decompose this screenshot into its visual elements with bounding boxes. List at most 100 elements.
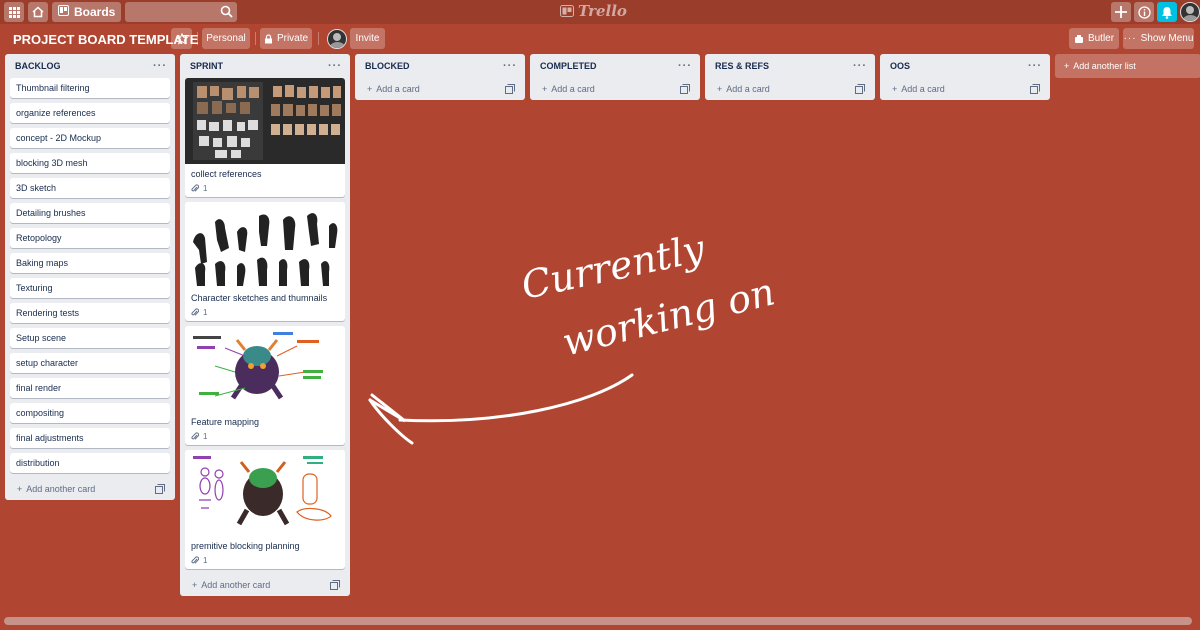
add-card-button[interactable]: + Add another card xyxy=(5,478,175,500)
private-label: Private xyxy=(276,33,309,44)
board-header: PROJECT BOARD TEMPLATE Personal Private … xyxy=(0,28,1200,50)
plus-icon: + xyxy=(892,84,898,94)
list-title[interactable]: COMPLETED xyxy=(540,61,597,71)
card[interactable]: collect references 1 xyxy=(185,78,345,197)
list-header[interactable]: RES & REFS ··· xyxy=(705,54,875,78)
card-title: Feature mapping xyxy=(191,417,260,427)
plus-icon: + xyxy=(192,580,198,590)
card-title: final adjustments xyxy=(16,433,84,443)
list-title[interactable]: BLOCKED xyxy=(365,61,410,71)
card[interactable]: Feature mapping 1 xyxy=(185,326,345,445)
info-icon[interactable] xyxy=(1134,2,1154,22)
more-icon[interactable]: ··· xyxy=(153,60,167,72)
card-title: setup character xyxy=(16,358,79,368)
apps-icon[interactable] xyxy=(4,2,24,22)
add-card-label: Add a card xyxy=(551,84,595,94)
card[interactable]: concept - 2D Mockup xyxy=(10,128,170,148)
attachment-count: 1 xyxy=(203,432,208,441)
add-card-button[interactable]: + Add another card xyxy=(180,574,350,596)
personal-button[interactable]: Personal xyxy=(202,28,250,49)
add-list-button[interactable]: + Add another list xyxy=(1055,54,1200,78)
plus-icon[interactable] xyxy=(1111,2,1131,22)
list-header[interactable]: BLOCKED ··· xyxy=(355,54,525,78)
list-title[interactable]: RES & REFS xyxy=(715,61,769,71)
card-template-icon[interactable] xyxy=(155,484,165,494)
invite-button[interactable]: Invite xyxy=(350,28,385,49)
card-title: Thumbnail filtering xyxy=(16,83,90,93)
home-icon[interactable] xyxy=(28,2,48,22)
attachment-count: 1 xyxy=(203,308,208,317)
card[interactable]: Detailing brushes xyxy=(10,203,170,223)
card[interactable]: final render xyxy=(10,378,170,398)
card[interactable]: Character sketches and thumnails 1 xyxy=(185,202,345,321)
boards-label: Boards xyxy=(74,5,116,19)
more-icon[interactable]: ··· xyxy=(853,60,867,72)
more-icon[interactable]: ··· xyxy=(1028,60,1042,72)
card[interactable]: organize references xyxy=(10,103,170,123)
card[interactable]: Thumbnail filtering xyxy=(10,78,170,98)
add-card-button[interactable]: + Add a card xyxy=(530,78,700,100)
search-icon xyxy=(221,5,233,18)
list-header[interactable]: COMPLETED ··· xyxy=(530,54,700,78)
arrow-icon xyxy=(368,373,634,445)
add-card-button[interactable]: + Add a card xyxy=(355,78,525,100)
star-button[interactable] xyxy=(171,28,192,49)
scrollbar-thumb[interactable] xyxy=(4,617,1192,625)
card[interactable]: 3D sketch xyxy=(10,178,170,198)
card-template-icon[interactable] xyxy=(1030,84,1040,94)
card[interactable]: blocking 3D mesh xyxy=(10,153,170,173)
more-icon[interactable]: ··· xyxy=(678,60,692,72)
card-template-icon[interactable] xyxy=(855,84,865,94)
invite-label: Invite xyxy=(355,33,380,44)
list-title[interactable]: OOS xyxy=(890,61,910,71)
list-header[interactable]: OOS ··· xyxy=(880,54,1050,78)
list-header[interactable]: SPRINT ··· xyxy=(180,54,350,78)
horizontal-scrollbar[interactable] xyxy=(4,617,1192,625)
show-menu-button[interactable]: ··· Show Menu xyxy=(1123,28,1194,49)
card-title: final render xyxy=(16,383,62,393)
more-icon[interactable]: ··· xyxy=(503,60,517,72)
card[interactable]: Retopology xyxy=(10,228,170,248)
add-card-button[interactable]: + Add a card xyxy=(880,78,1050,100)
boards-button[interactable]: Boards xyxy=(52,2,122,22)
card-title: Setup scene xyxy=(16,333,67,343)
card[interactable]: premitive blocking planning 1 xyxy=(185,450,345,569)
list-title[interactable]: BACKLOG xyxy=(15,61,61,71)
handwritten-annotation: Currently working on xyxy=(360,205,779,465)
divider xyxy=(255,32,256,45)
card-title: compositing xyxy=(16,408,65,418)
add-card-label: Add a card xyxy=(376,84,420,94)
more-icon[interactable]: ··· xyxy=(328,60,342,72)
card[interactable]: Baking maps xyxy=(10,253,170,273)
card[interactable]: Setup scene xyxy=(10,328,170,348)
card-template-icon[interactable] xyxy=(330,580,340,590)
logo-text: Trello xyxy=(578,2,627,20)
list-header[interactable]: BACKLOG ··· xyxy=(5,54,175,78)
divider xyxy=(197,32,198,45)
add-card-button[interactable]: + Add a card xyxy=(705,78,875,100)
add-card-label: Add a card xyxy=(726,84,770,94)
card-container: collect references 1 Character sketches … xyxy=(180,78,350,569)
plus-icon: + xyxy=(17,484,23,494)
bell-icon[interactable] xyxy=(1157,2,1177,22)
card[interactable]: Texturing xyxy=(10,278,170,298)
card-title: Baking maps xyxy=(16,258,69,268)
list-sprint: SPRINT ··· collect references 1 Characte… xyxy=(180,54,350,596)
card[interactable]: final adjustments xyxy=(10,428,170,448)
card[interactable]: distribution xyxy=(10,453,170,473)
card[interactable]: compositing xyxy=(10,403,170,423)
add-card-label: Add another card xyxy=(201,580,271,590)
search-input[interactable] xyxy=(125,2,238,22)
private-button[interactable]: Private xyxy=(260,28,312,49)
avatar[interactable] xyxy=(1180,2,1200,22)
attachment-badge: 1 xyxy=(185,308,345,321)
card-template-icon[interactable] xyxy=(680,84,690,94)
card[interactable]: setup character xyxy=(10,353,170,373)
card[interactable]: Rendering tests xyxy=(10,303,170,323)
butler-button[interactable]: Butler xyxy=(1069,28,1119,49)
member-avatar[interactable] xyxy=(327,29,347,49)
list-title[interactable]: SPRINT xyxy=(190,61,223,71)
card-template-icon[interactable] xyxy=(505,84,515,94)
list-backlog: BACKLOG ··· Thumbnail filtering organize… xyxy=(5,54,175,500)
list-res-refs: RES & REFS ··· + Add a card xyxy=(705,54,875,100)
